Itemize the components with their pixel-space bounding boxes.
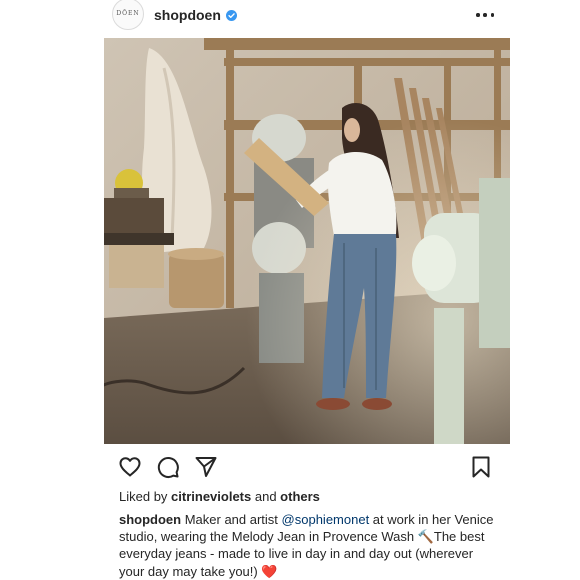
- mention-link[interactable]: @sophiemonet: [282, 512, 370, 527]
- more-options-icon[interactable]: [476, 8, 494, 22]
- post-photo[interactable]: [104, 38, 510, 444]
- liked-by-user-link[interactable]: citrineviolets: [171, 489, 251, 504]
- heart-emoji: ❤️: [261, 563, 278, 579]
- comment-icon[interactable]: [156, 455, 180, 479]
- likes-others-link[interactable]: others: [280, 489, 320, 504]
- post-username[interactable]: shopdoen: [154, 7, 221, 23]
- post-header: DŌEN shopdoen: [112, 0, 512, 30]
- likes-summary: Liked by citrineviolets and others: [119, 489, 320, 504]
- caption-text-1: Maker and artist: [181, 512, 282, 527]
- profile-avatar[interactable]: DŌEN: [112, 0, 144, 30]
- verified-badge-icon: [225, 9, 237, 21]
- post-action-bar: [118, 455, 492, 479]
- share-icon[interactable]: [194, 455, 218, 479]
- like-heart-icon[interactable]: [118, 455, 142, 479]
- avatar-logo-text: DŌEN: [116, 10, 140, 17]
- caption-username[interactable]: shopdoen: [119, 512, 181, 527]
- likes-prefix: Liked by: [119, 489, 172, 504]
- post-caption: shopdoen Maker and artist @sophiemonet a…: [119, 511, 499, 580]
- likes-middle: and: [251, 489, 281, 504]
- bookmark-icon[interactable]: [469, 455, 493, 479]
- hammer-emoji: 🔨: [417, 529, 434, 545]
